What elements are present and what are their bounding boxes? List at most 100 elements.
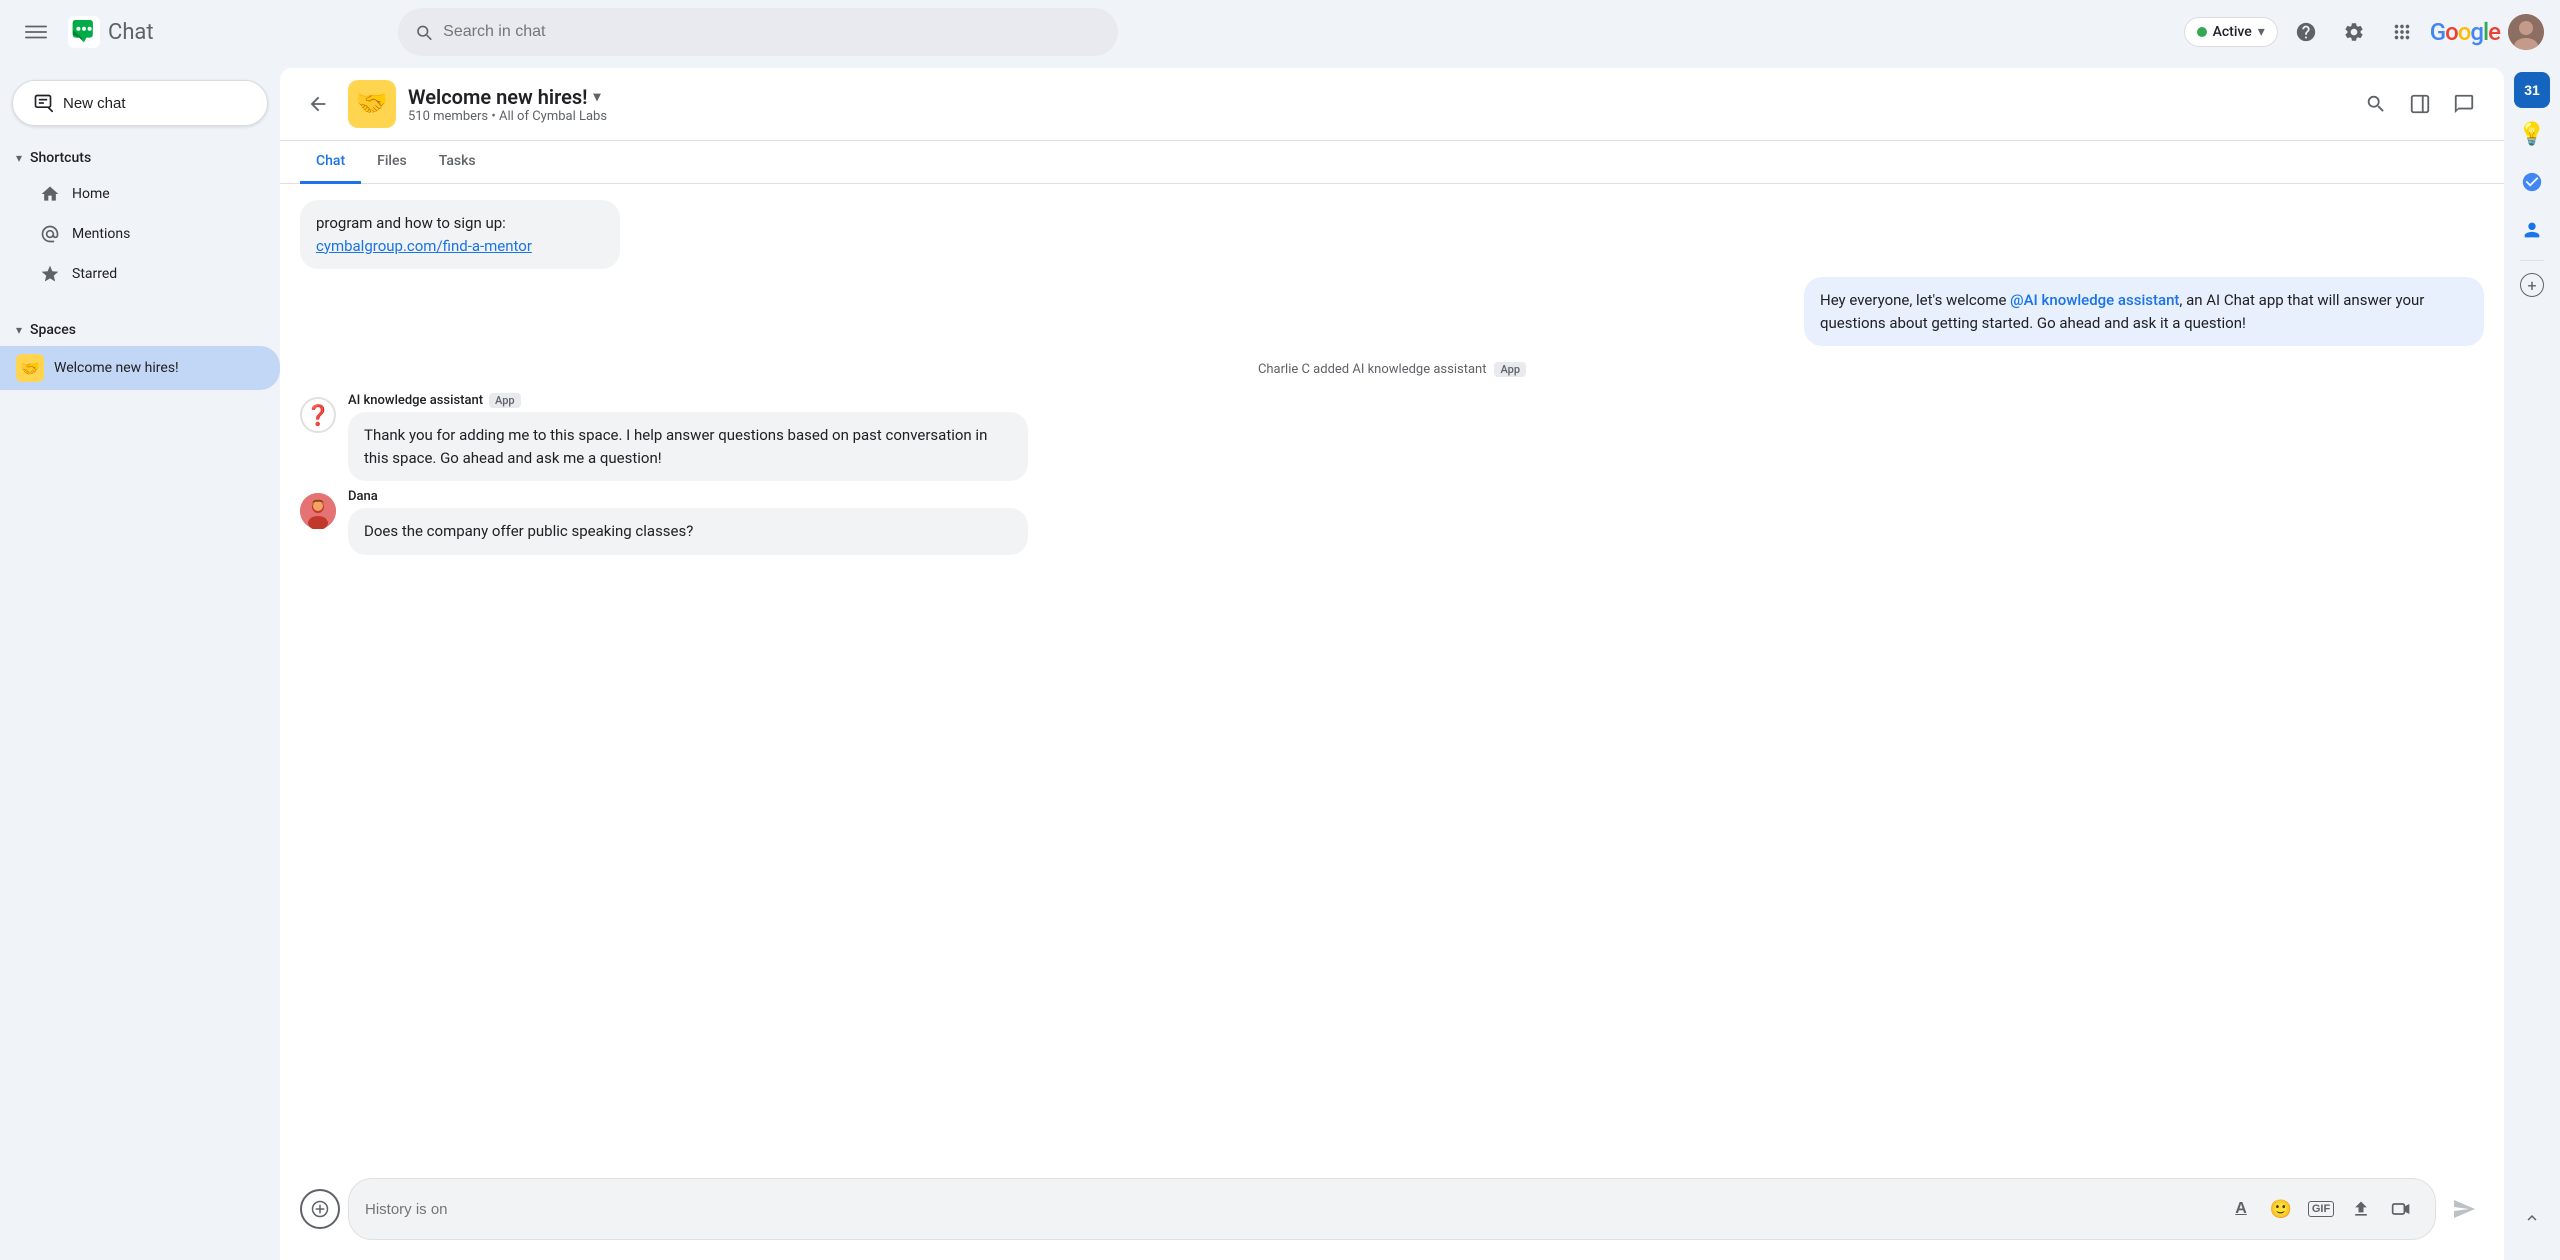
space-item-welcome[interactable]: 🤝 Welcome new hires! bbox=[0, 346, 280, 390]
shortcuts-header[interactable]: ▾ Shortcuts bbox=[0, 142, 280, 174]
back-button[interactable] bbox=[300, 86, 336, 122]
chat-header-actions bbox=[2356, 84, 2484, 124]
chat-header: 🤝 Welcome new hires! ▾ 510 members • All… bbox=[280, 68, 2504, 141]
welcome-message-bubble: Hey everyone, let's welcome @AI knowledg… bbox=[1804, 277, 2484, 346]
tab-tasks[interactable]: Tasks bbox=[423, 141, 492, 184]
search-bar[interactable] bbox=[398, 8, 1118, 56]
shortcuts-chevron-icon: ▾ bbox=[16, 151, 22, 165]
app-title: Chat bbox=[108, 20, 154, 45]
chat-area: 🤝 Welcome new hires! ▾ 510 members • All… bbox=[280, 68, 2504, 1260]
dana-sender: Dana bbox=[348, 489, 2484, 504]
active-label: Active bbox=[2213, 24, 2252, 40]
search-icon bbox=[414, 22, 433, 42]
dana-message-content: Dana Does the company offer public speak… bbox=[348, 489, 2484, 555]
mentions-label: Mentions bbox=[72, 226, 130, 242]
chat-header-title[interactable]: Welcome new hires! ▾ bbox=[408, 85, 2344, 109]
toggle-panel-button[interactable] bbox=[2400, 84, 2440, 124]
system-message: Charlie C added AI knowledge assistant A… bbox=[300, 362, 2484, 377]
gif-button[interactable]: GIF bbox=[2303, 1191, 2339, 1227]
spaces-label: Spaces bbox=[30, 322, 76, 338]
upload-button[interactable] bbox=[2343, 1191, 2379, 1227]
chat-header-meta: 510 members • All of Cymbal Labs bbox=[408, 109, 2344, 124]
spaces-chevron-icon: ▾ bbox=[16, 323, 22, 337]
google-logo: Google bbox=[2430, 18, 2500, 46]
sidebar-item-starred[interactable]: Starred bbox=[0, 254, 280, 294]
sidebar: New chat ▾ Shortcuts Home Mentions Starr… bbox=[0, 64, 280, 1260]
space-header-emoji: 🤝 bbox=[348, 80, 396, 128]
search-chat-button[interactable] bbox=[2356, 84, 2396, 124]
video-icon bbox=[2391, 1199, 2411, 1219]
home-icon bbox=[40, 184, 60, 204]
active-status[interactable]: Active ▾ bbox=[2184, 17, 2278, 47]
mentor-link[interactable]: cymbalgroup.com/find-a-mentor bbox=[316, 237, 532, 255]
emoji-button[interactable]: 🙂 bbox=[2263, 1191, 2299, 1227]
topbar: Chat Active ▾ Google bbox=[0, 0, 2560, 64]
chat-logo-icon bbox=[68, 16, 100, 48]
emoji-icon: 🙂 bbox=[2270, 1199, 2292, 1220]
main-layout: New chat ▾ Shortcuts Home Mentions Starr… bbox=[0, 64, 2560, 1260]
system-app-badge: App bbox=[1494, 362, 1526, 377]
messages-area[interactable]: program and how to sign up: cymbalgroup.… bbox=[280, 184, 2504, 1166]
format-icon: A bbox=[2235, 1200, 2247, 1218]
home-label: Home bbox=[72, 186, 110, 202]
add-content-button[interactable] bbox=[300, 1189, 340, 1229]
expand-panel-button[interactable] bbox=[2510, 1196, 2554, 1240]
calendar-panel-icon[interactable]: 31 bbox=[2514, 72, 2550, 108]
space-emoji: 🤝 bbox=[16, 354, 44, 382]
tab-files[interactable]: Files bbox=[361, 141, 423, 184]
dana-message-bubble: Does the company offer public speaking c… bbox=[348, 508, 1028, 555]
tasks-panel-icon[interactable] bbox=[2510, 160, 2554, 204]
shortcuts-section: ▾ Shortcuts Home Mentions Starred bbox=[0, 142, 280, 294]
starred-icon bbox=[40, 264, 60, 284]
threads-button[interactable] bbox=[2444, 84, 2484, 124]
new-chat-icon bbox=[33, 93, 53, 113]
ai-message-bubble: Thank you for adding me to this space. I… bbox=[348, 412, 1028, 481]
spaces-header[interactable]: ▾ Spaces bbox=[0, 310, 280, 346]
right-panel-divider bbox=[2520, 260, 2544, 261]
ai-app-badge: App bbox=[489, 393, 521, 408]
tab-chat[interactable]: Chat bbox=[300, 141, 361, 184]
help-button[interactable] bbox=[2286, 12, 2326, 52]
video-button[interactable] bbox=[2383, 1191, 2419, 1227]
keep-panel-icon[interactable]: 💡 bbox=[2510, 112, 2554, 156]
chat-header-info: Welcome new hires! ▾ 510 members • All o… bbox=[408, 85, 2344, 124]
settings-button[interactable] bbox=[2334, 12, 2374, 52]
input-actions: A 🙂 GIF bbox=[2223, 1191, 2419, 1227]
dana-message-row: Dana Does the company offer public speak… bbox=[300, 489, 2484, 555]
sidebar-item-mentions[interactable]: Mentions bbox=[0, 214, 280, 254]
chevron-down-icon: ▾ bbox=[2258, 24, 2265, 40]
spaces-section: ▾ Spaces 🤝 Welcome new hires! bbox=[0, 310, 280, 390]
send-icon bbox=[2452, 1197, 2476, 1221]
new-chat-label: New chat bbox=[63, 95, 126, 112]
right-panel: 31 💡 + bbox=[2504, 64, 2560, 1260]
ai-avatar: ❓ bbox=[300, 397, 336, 433]
search-input[interactable] bbox=[443, 23, 1102, 41]
chat-input-field[interactable] bbox=[365, 1201, 2215, 1218]
topbar-right: Active ▾ Google bbox=[2184, 12, 2544, 52]
active-dot bbox=[2197, 27, 2207, 37]
mention-link[interactable]: @AI knowledge assistant bbox=[2010, 291, 2179, 309]
sidebar-item-home[interactable]: Home bbox=[0, 174, 280, 214]
ai-message-row: ❓ AI knowledge assistant App Thank you f… bbox=[300, 393, 2484, 481]
gif-icon: GIF bbox=[2308, 1201, 2334, 1217]
new-chat-button[interactable]: New chat bbox=[12, 80, 268, 126]
menu-button[interactable] bbox=[16, 12, 56, 52]
send-button[interactable] bbox=[2444, 1189, 2484, 1229]
upload-icon bbox=[2351, 1199, 2371, 1219]
format-text-button[interactable]: A bbox=[2223, 1191, 2259, 1227]
ai-message-content: AI knowledge assistant App Thank you for… bbox=[348, 393, 2484, 481]
user-avatar[interactable] bbox=[2508, 14, 2544, 50]
title-chevron-icon: ▾ bbox=[594, 89, 601, 105]
input-area: A 🙂 GIF bbox=[280, 1166, 2504, 1260]
shortcuts-label: Shortcuts bbox=[30, 150, 91, 166]
dana-avatar bbox=[300, 493, 336, 529]
starred-label: Starred bbox=[72, 266, 117, 282]
mentions-icon bbox=[40, 224, 60, 244]
chat-tabs: Chat Files Tasks bbox=[280, 141, 2504, 184]
apps-button[interactable] bbox=[2382, 12, 2422, 52]
people-panel-icon[interactable] bbox=[2510, 208, 2554, 252]
add-panel-button[interactable]: + bbox=[2520, 273, 2544, 297]
partial-message: program and how to sign up: cymbalgroup.… bbox=[300, 200, 620, 269]
chat-input-box[interactable]: A 🙂 GIF bbox=[348, 1178, 2436, 1240]
ai-sender: AI knowledge assistant App bbox=[348, 393, 2484, 408]
